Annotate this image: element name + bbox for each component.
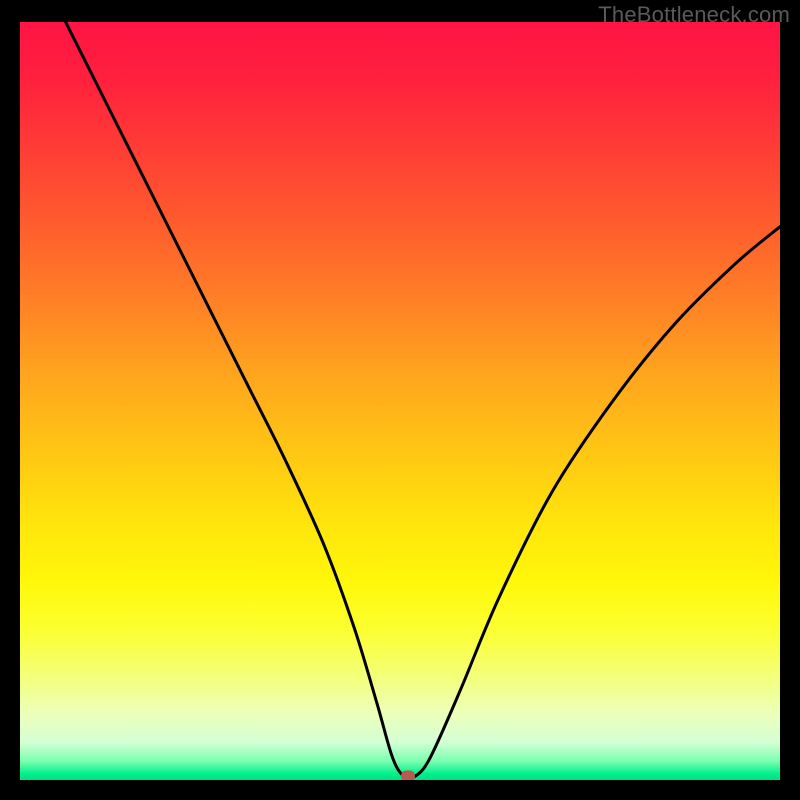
plot-area — [20, 22, 780, 780]
watermark-text: TheBottleneck.com — [598, 2, 790, 28]
chart-frame: TheBottleneck.com — [0, 0, 800, 800]
bottleneck-curve — [20, 22, 780, 780]
curve-path — [66, 22, 780, 779]
minimum-marker — [401, 771, 415, 780]
